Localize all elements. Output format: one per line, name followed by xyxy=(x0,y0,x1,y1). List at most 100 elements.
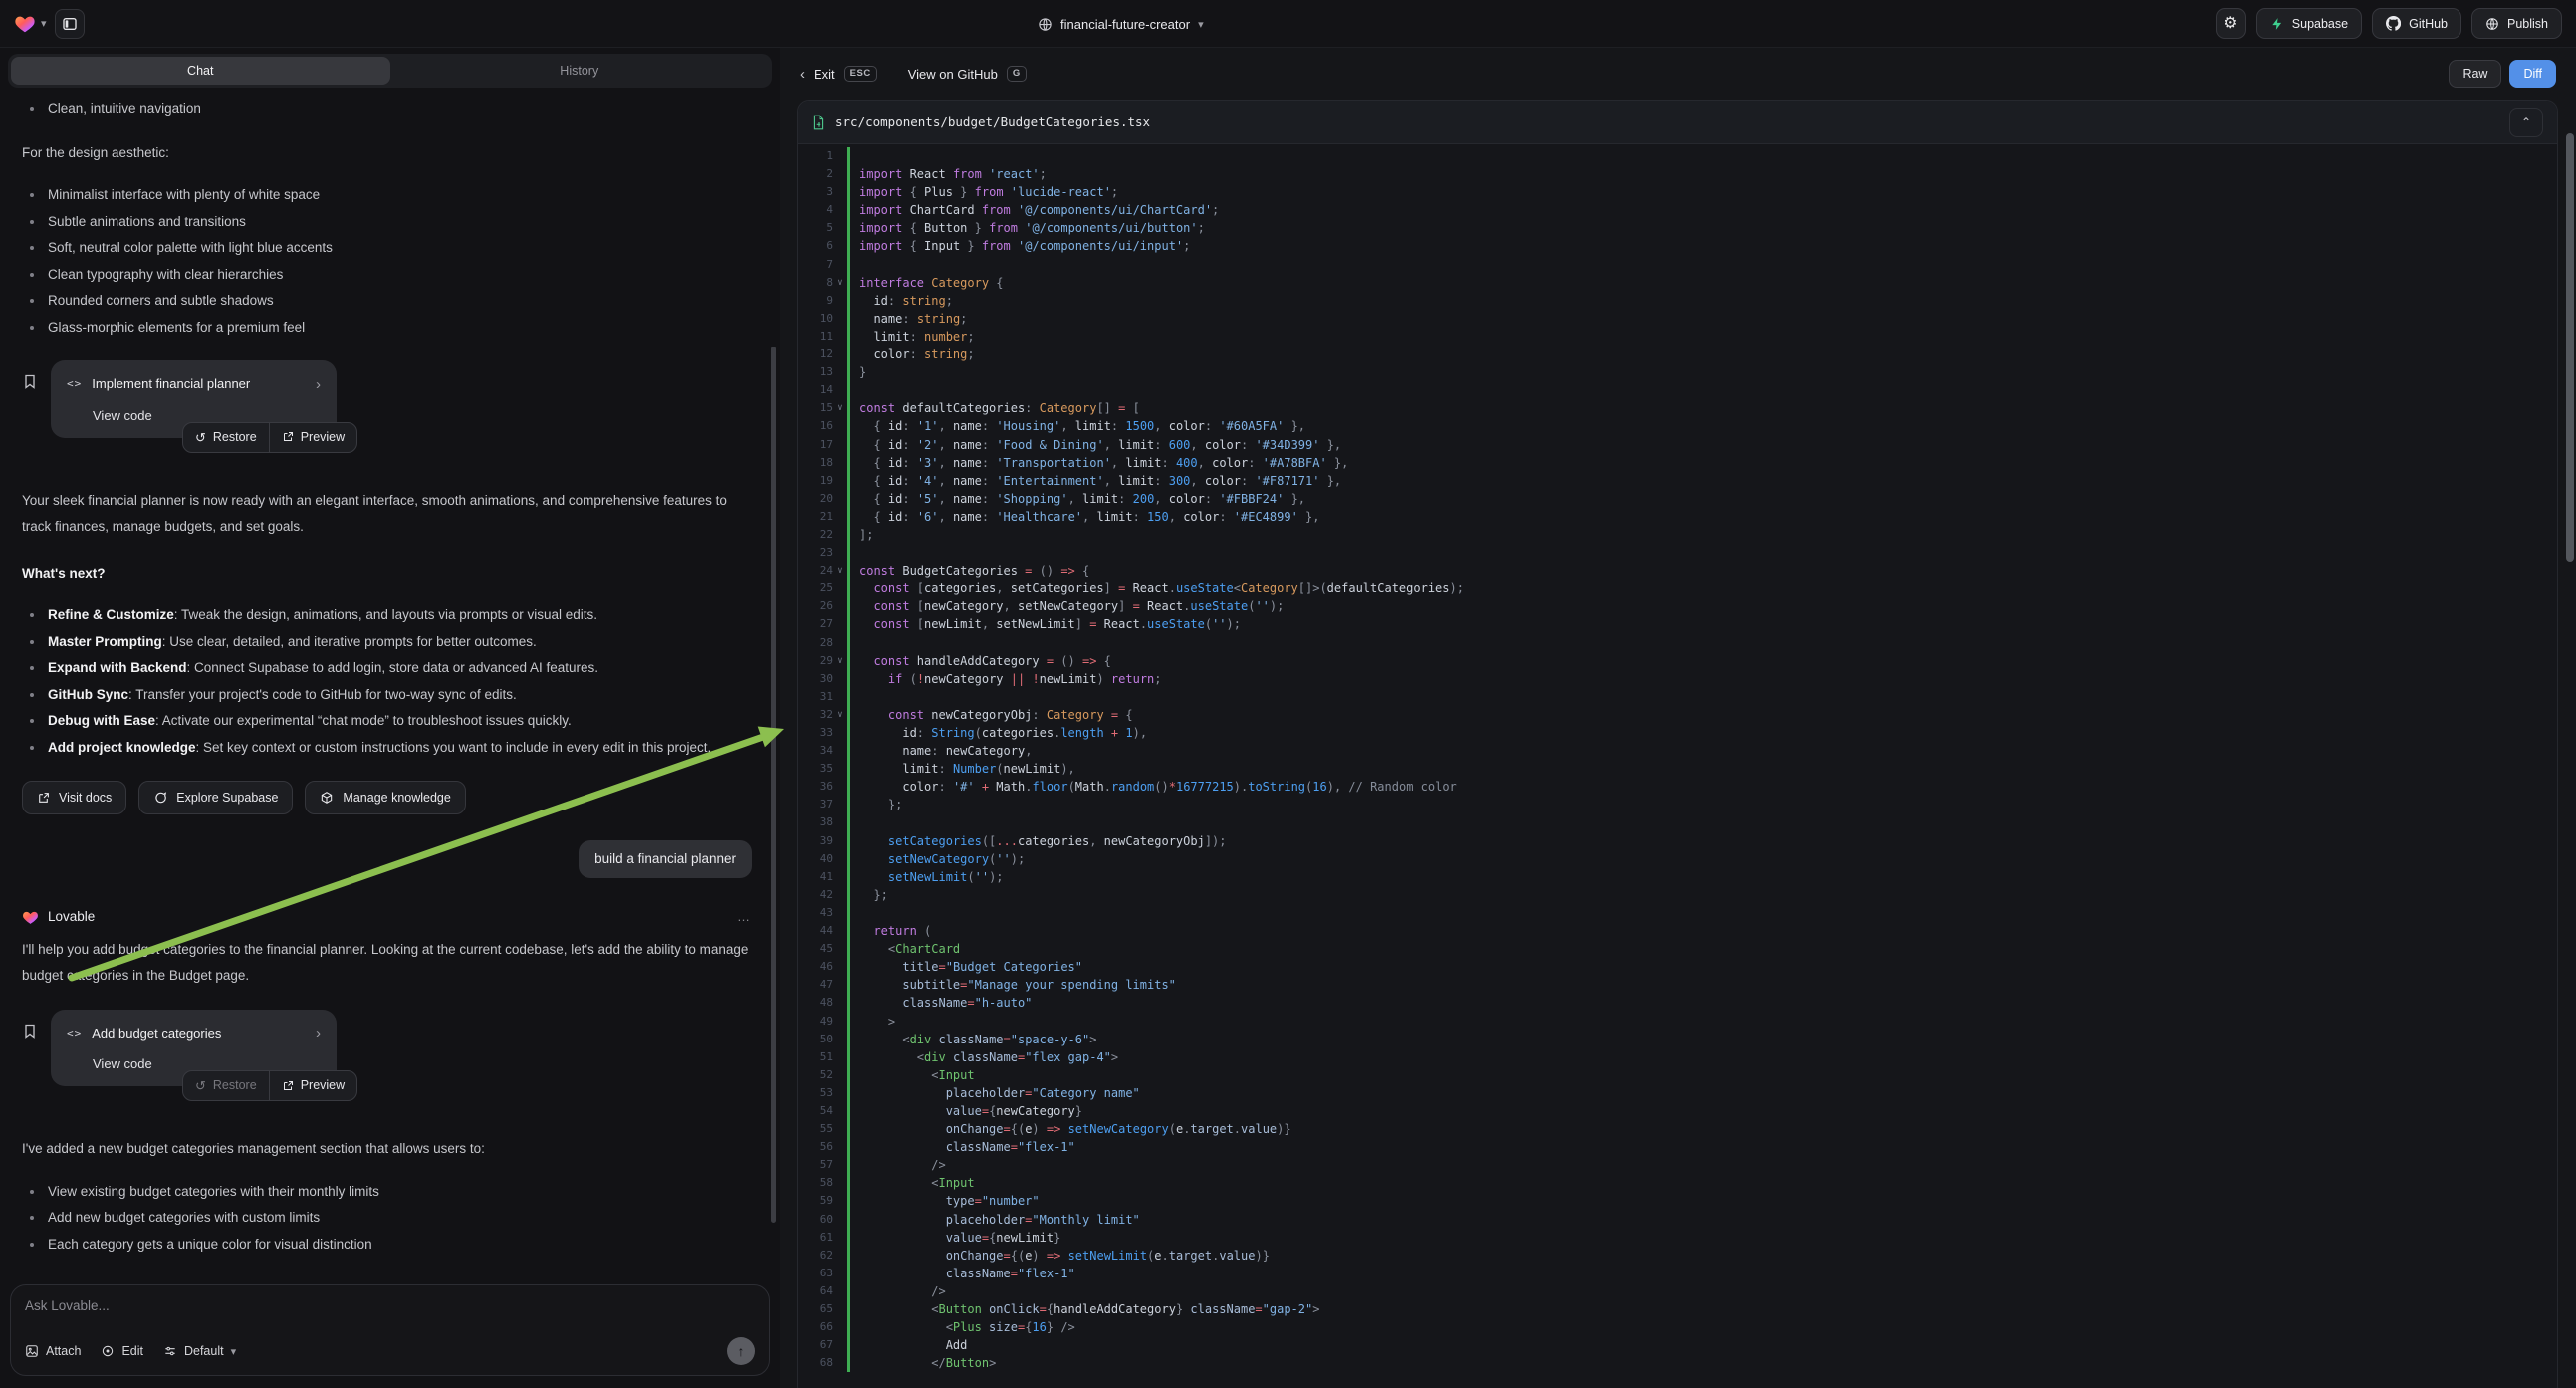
diff-added-gutter xyxy=(847,1156,850,1174)
line-number: 3 xyxy=(798,183,833,201)
collapse-file-button[interactable]: ⌃ xyxy=(2509,108,2543,137)
preview-button[interactable]: Preview xyxy=(269,1071,356,1100)
preview-button[interactable]: Preview xyxy=(269,423,356,452)
fold-spacer xyxy=(833,1102,847,1120)
diff-added-gutter xyxy=(847,544,850,562)
tab-history[interactable]: History xyxy=(390,57,770,85)
diff-added-gutter xyxy=(847,976,850,994)
composer-placeholder[interactable]: Ask Lovable... xyxy=(25,1298,755,1313)
diff-added-gutter xyxy=(847,1013,850,1031)
chat-composer[interactable]: Ask Lovable... Attach Edit xyxy=(10,1284,770,1376)
diff-added-gutter xyxy=(847,1247,850,1265)
version-card[interactable]: <> Add budget categories › View code ↺ R… xyxy=(51,1010,337,1087)
external-link-icon xyxy=(282,431,294,443)
line-number: 22 xyxy=(798,526,833,544)
code-text: { id: '5', name: 'Shopping', limit: 200,… xyxy=(859,490,1305,508)
fold-spacer xyxy=(833,292,847,310)
chevron-right-icon[interactable]: › xyxy=(316,1026,321,1041)
publish-button[interactable]: Publish xyxy=(2471,8,2562,39)
project-selector[interactable]: financial-future-creator ▾ xyxy=(1038,0,1204,48)
code-text: const newCategoryObj: Category = { xyxy=(859,706,1133,724)
fold-toggle-icon[interactable]: ∨ xyxy=(833,652,847,670)
line-number: 65 xyxy=(798,1300,833,1318)
assistant-paragraph: I'll help you add budget categories to t… xyxy=(22,937,752,990)
chevron-right-icon[interactable]: › xyxy=(316,377,321,392)
chevron-down-icon: ▾ xyxy=(231,1345,237,1358)
fold-spacer xyxy=(833,256,847,274)
code-line: 31 xyxy=(798,688,2557,706)
settings-button[interactable]: ⚙ xyxy=(2216,8,2246,39)
exit-button[interactable]: Exit xyxy=(814,67,835,82)
message-menu-icon[interactable]: … xyxy=(737,904,752,931)
code-line: 38 xyxy=(798,813,2557,831)
diff-added-gutter xyxy=(847,886,850,904)
raw-button[interactable]: Raw xyxy=(2449,60,2501,88)
fold-toggle-icon[interactable]: ∨ xyxy=(833,706,847,724)
code-text: name: string; xyxy=(859,310,967,328)
line-number: 39 xyxy=(798,832,833,850)
code-text: { id: '4', name: 'Entertainment', limit:… xyxy=(859,472,1341,490)
visit-docs-button[interactable]: Visit docs xyxy=(22,781,126,814)
line-number: 4 xyxy=(798,201,833,219)
fold-spacer xyxy=(833,508,847,526)
chat-scrollbar[interactable] xyxy=(771,347,776,1223)
tab-chat[interactable]: Chat xyxy=(11,57,390,85)
edit-button[interactable]: Edit xyxy=(101,1344,143,1358)
assistant-paragraph: Your sleek financial planner is now read… xyxy=(22,488,752,541)
external-link-icon xyxy=(282,1080,294,1092)
fold-toggle-icon[interactable]: ∨ xyxy=(833,399,847,417)
line-number: 18 xyxy=(798,454,833,472)
diff-button[interactable]: Diff xyxy=(2509,60,2556,88)
fold-toggle-icon[interactable]: ∨ xyxy=(833,274,847,292)
line-number: 45 xyxy=(798,940,833,958)
list-item: Glass-morphic elements for a premium fee… xyxy=(22,315,752,342)
attach-button[interactable]: Attach xyxy=(25,1344,81,1358)
mode-selector[interactable]: Default ▾ xyxy=(163,1344,236,1358)
supabase-button[interactable]: Supabase xyxy=(2256,8,2362,39)
lovable-logo-menu[interactable]: ▾ xyxy=(14,13,47,35)
manage-knowledge-label: Manage knowledge xyxy=(343,785,450,811)
image-icon xyxy=(25,1344,39,1358)
file-path: src/components/budget/BudgetCategories.t… xyxy=(835,115,1150,129)
line-number: 52 xyxy=(798,1066,833,1084)
code-line: 67 Add xyxy=(798,1336,2557,1354)
fold-toggle-icon[interactable]: ∨ xyxy=(833,562,847,579)
restore-button[interactable]: ↺ Restore xyxy=(183,423,269,452)
version-card[interactable]: <> Implement financial planner › View co… xyxy=(51,360,337,438)
diff-added-gutter xyxy=(847,597,850,615)
view-on-github-link[interactable]: View on GitHub xyxy=(908,67,998,82)
chevron-left-icon[interactable]: ‹ xyxy=(800,66,805,83)
list-item: GitHub Sync: Transfer your project's cod… xyxy=(22,682,752,709)
fold-spacer xyxy=(833,868,847,886)
fold-spacer xyxy=(833,165,847,183)
version-actions: ↺ Restore Preview xyxy=(182,422,357,453)
diff-added-gutter xyxy=(847,1336,850,1354)
code-text: import { Plus } from 'lucide-react'; xyxy=(859,183,1118,201)
code-line: 53 placeholder="Category name" xyxy=(798,1084,2557,1102)
code-line: 28 xyxy=(798,634,2557,652)
fold-spacer xyxy=(833,363,847,381)
code-line: 18 { id: '3', name: 'Transportation', li… xyxy=(798,454,2557,472)
explore-supabase-button[interactable]: Explore Supabase xyxy=(138,781,293,814)
diff-added-gutter xyxy=(847,292,850,310)
code-text: id: string; xyxy=(859,292,953,310)
line-number: 56 xyxy=(798,1138,833,1156)
code-line: 54 value={newCategory} xyxy=(798,1102,2557,1120)
list-item: Debug with Ease: Activate our experiment… xyxy=(22,708,752,735)
diff-added-gutter xyxy=(847,1354,850,1372)
code-text: <Input xyxy=(859,1174,975,1192)
toggle-sidebar-button[interactable] xyxy=(55,9,85,39)
code-text: onChange={(e) => setNewCategory(e.target… xyxy=(859,1120,1291,1138)
fold-spacer xyxy=(833,1318,847,1336)
version-actions: ↺ Restore Preview xyxy=(182,1070,357,1101)
code-scrollbar-thumb[interactable] xyxy=(2566,133,2574,562)
diff-added-gutter xyxy=(847,670,850,688)
send-button[interactable]: ↑ xyxy=(727,1337,755,1365)
code-text: > xyxy=(859,1013,895,1031)
github-button[interactable]: GitHub xyxy=(2372,8,2461,39)
line-number: 20 xyxy=(798,490,833,508)
code-text: if (!newCategory || !newLimit) return; xyxy=(859,670,1162,688)
file-header[interactable]: src/components/budget/BudgetCategories.t… xyxy=(798,101,2557,144)
restore-button[interactable]: ↺ Restore xyxy=(183,1071,269,1100)
manage-knowledge-button[interactable]: Manage knowledge xyxy=(305,781,465,814)
